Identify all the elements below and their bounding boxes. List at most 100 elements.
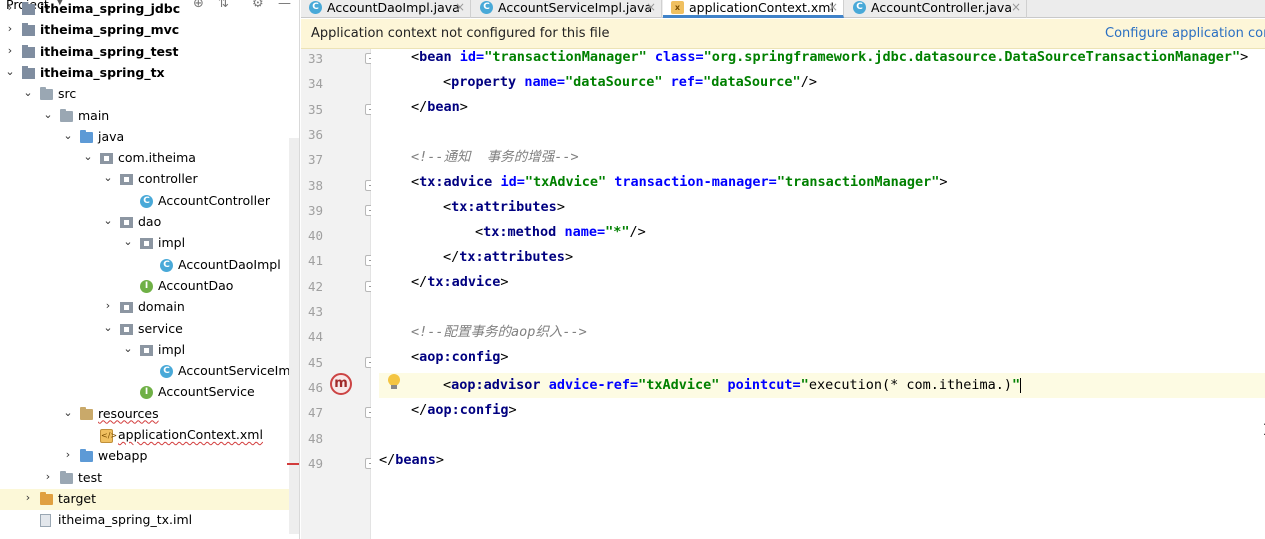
chevron-down-icon[interactable]: ⌄ — [102, 171, 114, 184]
chevron-down-icon[interactable]: ⌄ — [22, 86, 34, 99]
tree-item[interactable]: ⌄ itheima_spring_tx — [0, 63, 299, 84]
line-number: 48 — [307, 430, 323, 446]
line-number: 38 — [307, 177, 323, 193]
tree-item-label: src — [58, 86, 77, 102]
code-line: </tx:advice> — [411, 274, 509, 290]
chevron-down-icon[interactable]: ⌄ — [122, 235, 134, 248]
package-icon — [140, 238, 153, 250]
close-icon[interactable]: × — [1011, 0, 1021, 15]
class-icon: C — [160, 365, 173, 379]
tree-item[interactable]: ⌄ controller — [0, 169, 299, 190]
tree-item-label: main — [78, 107, 110, 123]
line-number: 35 — [307, 101, 323, 117]
folder-icon — [40, 491, 53, 505]
code-line: <!--通知 事务的增强--> — [411, 149, 579, 165]
tree-item[interactable]: › itheima_spring_jdbc — [0, 0, 299, 20]
line-number: 46 — [307, 379, 323, 395]
tree-item[interactable]: ⌄ impl — [0, 340, 299, 361]
configure-context-link[interactable]: Configure application conte — [1105, 26, 1265, 41]
tree-item[interactable]: ⌄ dao — [0, 212, 299, 233]
folder-icon — [22, 2, 35, 15]
project-panel: Project ▼ ⊕ ⇅ ⚙ — ›itheima_spring_jdbc›i… — [0, 0, 300, 539]
chevron-down-icon[interactable]: ⌄ — [62, 129, 74, 142]
tree-item[interactable]: › webapp — [0, 446, 299, 467]
tree-item-label: applicationContext.xml — [118, 427, 263, 442]
chevron-down-icon[interactable]: ⌄ — [82, 150, 94, 163]
method-marker-icon[interactable]: m — [330, 373, 352, 395]
package-icon — [120, 302, 133, 314]
line-number: 42 — [307, 278, 323, 294]
tab-application-context[interactable]: x applicationContext.xml × — [663, 0, 844, 18]
fold-gutter[interactable] — [371, 49, 379, 539]
code-line: </tx:attributes> — [443, 249, 574, 265]
tree-item[interactable]: ⌄ java — [0, 127, 299, 148]
tab-label: applicationContext.xml — [689, 0, 834, 15]
tree-item[interactable]: ⌄ service — [0, 319, 299, 340]
chevron-right-icon[interactable]: › — [42, 470, 54, 483]
tree-item-label: service — [138, 320, 183, 336]
tree-item[interactable]: › test — [0, 468, 299, 489]
code-line: <aop:config> — [411, 349, 509, 365]
tree-item[interactable]: ⌄ src — [0, 84, 299, 105]
chevron-down-icon[interactable]: ⌄ — [102, 321, 114, 334]
tree-item[interactable]: › itheima_spring_mvc — [0, 20, 299, 41]
folder-icon — [40, 87, 53, 101]
code-line: <tx:advice id="txAdvice" transaction-man… — [411, 174, 948, 190]
tree-item-label: webapp — [98, 448, 148, 464]
tab-label: AccountDaoImpl.java — [327, 0, 460, 15]
tree-item[interactable]: ⌄ resources — [0, 404, 299, 425]
close-icon[interactable]: × — [455, 0, 465, 15]
chevron-right-icon[interactable]: › — [4, 22, 16, 35]
chevron-right-icon[interactable]: › — [22, 491, 34, 504]
close-icon[interactable]: × — [828, 0, 838, 15]
tree-item[interactable]: C AccountServiceImpl — [0, 361, 299, 382]
chevron-down-icon[interactable]: ⌄ — [4, 65, 16, 78]
chevron-right-icon[interactable]: › — [4, 1, 16, 14]
tree-item[interactable]: › target — [0, 488, 299, 510]
line-number: 37 — [307, 152, 323, 168]
code-line: </bean> — [411, 99, 468, 115]
tree-item[interactable]: ⌄ impl — [0, 233, 299, 254]
tree-item-label: AccountDaoImpl — [178, 256, 281, 272]
chevron-down-icon[interactable]: ⌄ — [62, 406, 74, 419]
package-icon — [120, 217, 133, 228]
tree-item[interactable]: I AccountService — [0, 382, 299, 403]
chevron-right-icon[interactable]: › — [102, 299, 114, 312]
tab-account-dao-impl[interactable]: C AccountDaoImpl.java × — [301, 0, 471, 18]
tab-account-controller[interactable]: C AccountController.java × — [845, 0, 1027, 18]
tree-item-label: itheima_spring_tx.iml — [58, 512, 193, 528]
class-icon: C — [160, 258, 173, 272]
package-icon — [140, 344, 153, 356]
tree-item[interactable]: › domain — [0, 297, 299, 318]
close-icon[interactable]: × — [646, 0, 656, 15]
tree-item[interactable]: ⌄ com.itheima — [0, 148, 299, 169]
code-area[interactable]: <bean id="transactionManager" class="org… — [379, 49, 1265, 539]
tree-item[interactable]: </> applicationContext.xml — [0, 425, 299, 446]
code-line: <property name="dataSource" ref="dataSou… — [443, 74, 817, 90]
file-icon — [40, 514, 51, 528]
chevron-right-icon[interactable]: › — [62, 448, 74, 461]
editor-tab-bar: C AccountDaoImpl.java × C AccountService… — [301, 0, 1265, 18]
tree-item[interactable]: C AccountController — [0, 191, 299, 212]
class-icon: C — [309, 1, 322, 14]
tab-label: AccountController.java — [871, 0, 1012, 15]
chevron-down-icon[interactable]: ⌄ — [122, 342, 134, 355]
line-number-gutter[interactable]: 33 34 35 36 37 38 39 40 41 42 43 44 45 46 47 48 49 — [301, 49, 377, 539]
tree-item[interactable]: I AccountDao — [0, 276, 299, 297]
tree-item-label: controller — [138, 171, 198, 187]
tab-account-service-impl[interactable]: C AccountServiceImpl.java × — [472, 0, 662, 18]
intention-bulb-icon[interactable] — [388, 374, 400, 390]
tree-item[interactable]: C AccountDaoImpl — [0, 255, 299, 276]
folder-icon — [22, 23, 35, 37]
chevron-right-icon[interactable]: › — [4, 44, 16, 57]
code-line: <tx:attributes> — [443, 199, 565, 215]
line-number: 45 — [307, 354, 323, 370]
tree-item[interactable]: itheima_spring_tx.iml — [0, 510, 299, 531]
project-scrollbar[interactable] — [289, 138, 299, 534]
tree-item[interactable]: › itheima_spring_test — [0, 42, 299, 63]
xml-file-icon: </> — [100, 429, 117, 443]
tree-item[interactable]: ⌄ main — [0, 106, 299, 127]
chevron-down-icon[interactable]: ⌄ — [102, 214, 114, 227]
chevron-down-icon[interactable]: ⌄ — [42, 108, 54, 121]
tree-item-label: impl — [158, 235, 186, 251]
